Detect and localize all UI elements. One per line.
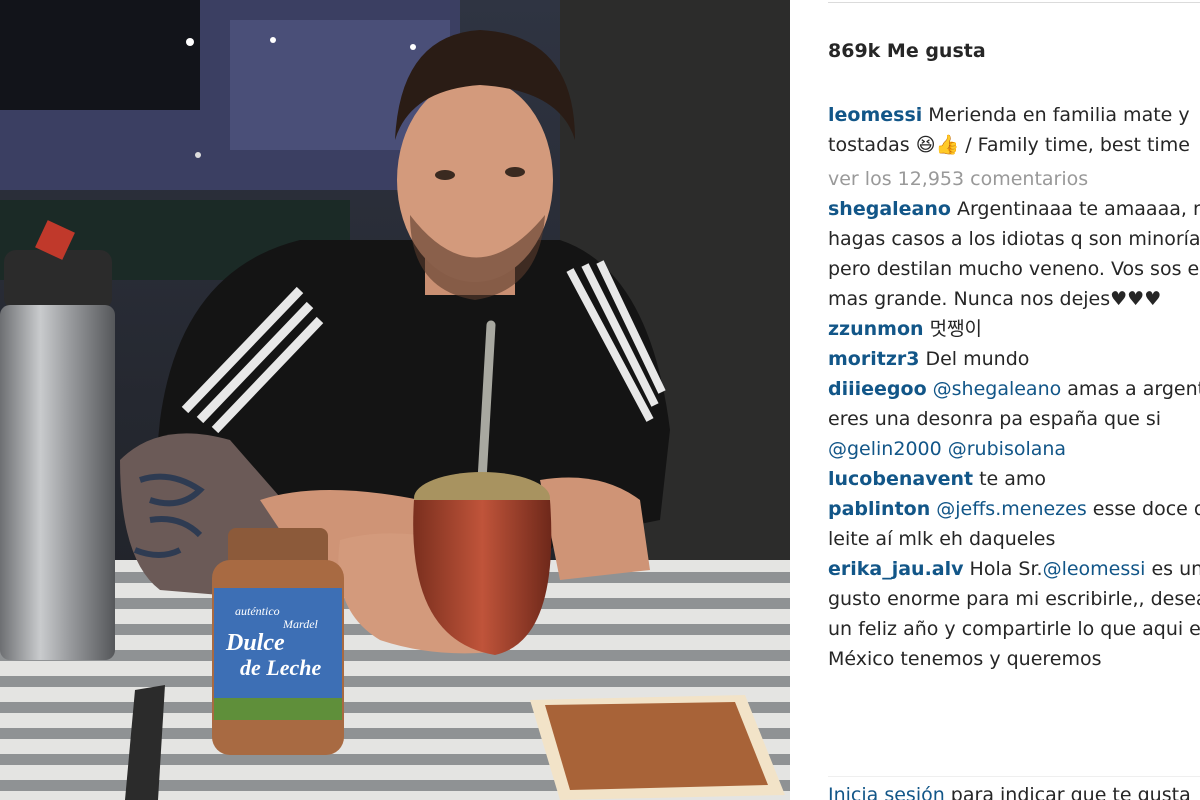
comment-text: Del mundo (925, 348, 1030, 370)
header-divider (828, 2, 1200, 3)
post-sidebar: 869k Me gusta leomessi Merienda en famili… (790, 0, 1200, 800)
comment-username[interactable]: lucobenavent (828, 468, 973, 490)
footer-divider (828, 776, 1200, 777)
comment-item: diiieegoo@shegaleano amas a argentina er… (828, 374, 1200, 464)
view-all-comments-link[interactable]: ver los 12,953 comentarios (828, 164, 1200, 194)
login-prompt: Inicia sesión para indicar que te gusta (828, 784, 1191, 800)
comment-mention[interactable]: @shegaleano (933, 378, 1062, 400)
comment-item: moritzr3 Del mundo (828, 344, 1200, 374)
comment-text: Hola Sr. (969, 558, 1043, 580)
comment-item: erika_jau.alv Hola Sr.@leomessi es un gus… (828, 554, 1200, 674)
jar-label-line1: auténtico (235, 604, 280, 618)
comment-item: zzunmon 멋쨍이 (828, 314, 1200, 344)
comment-item: lucobenavent te amo (828, 464, 1200, 494)
jar-label-brand: Mardel (282, 617, 319, 631)
comment-username[interactable]: erika_jau.alv (828, 558, 964, 580)
comment-username[interactable]: pablinton (828, 498, 930, 520)
comment-mention[interactable]: @rubisolana (948, 438, 1066, 460)
comment-mention[interactable]: @jeffs.menezes (936, 498, 1087, 520)
comment-username[interactable]: shegaleano (828, 198, 951, 220)
comment-mention[interactable]: @leomessi (1043, 558, 1146, 580)
caption-username[interactable]: leomessi (828, 104, 922, 126)
post-photo-illustration: auténtico Mardel Dulce de Leche (0, 0, 790, 800)
comment-text: 멋쨍이 (929, 318, 983, 340)
comment-container: shegaleanoArgentinaaa te amaaaa, no le h… (828, 194, 1200, 674)
comment-mention[interactable]: @gelin2000 (828, 438, 942, 460)
comments-list: leomessi Merienda en familia mate y tosta… (828, 100, 1200, 674)
comment-username[interactable]: moritzr3 (828, 348, 919, 370)
jar-label-line2: Dulce (225, 630, 285, 656)
comment-item: shegaleanoArgentinaaa te amaaaa, no le h… (828, 194, 1200, 314)
login-prompt-text: para indicar que te gusta (944, 784, 1191, 800)
comment-item: pablinton@jeffs.menezes esse doce de lei… (828, 494, 1200, 554)
comment-text: te amo (979, 468, 1047, 490)
jar-label-line3: de Leche (240, 655, 321, 680)
likes-count[interactable]: 869k Me gusta (828, 40, 986, 62)
comment-username[interactable]: diiieegoo (828, 378, 927, 400)
post-photo[interactable]: auténtico Mardel Dulce de Leche (0, 0, 790, 800)
login-link[interactable]: Inicia sesión (828, 784, 945, 800)
comment-username[interactable]: zzunmon (828, 318, 924, 340)
caption: leomessi Merienda en familia mate y tosta… (828, 100, 1200, 160)
